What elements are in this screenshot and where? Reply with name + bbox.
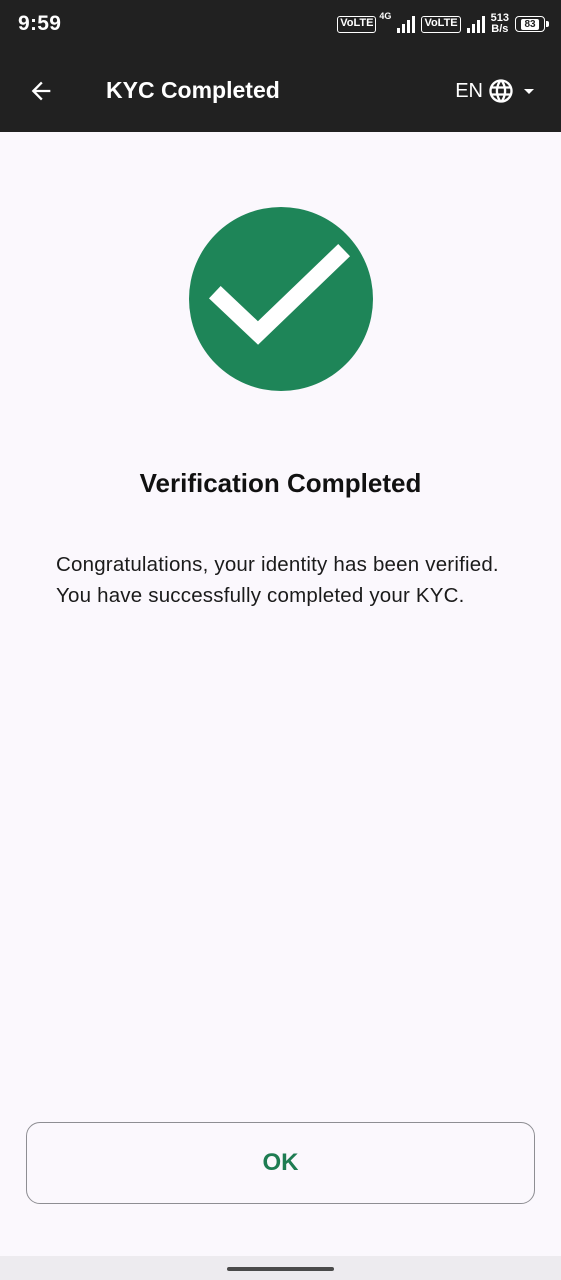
network-speed-unit: B/s — [491, 23, 509, 35]
system-navigation-bar — [0, 1256, 561, 1280]
language-code: EN — [455, 79, 483, 102]
status-time: 9:59 — [18, 12, 62, 35]
arrow-left-icon — [31, 81, 51, 101]
verification-heading: Verification Completed — [139, 468, 422, 498]
volte-badge-sim2: VoLTE — [421, 15, 461, 33]
back-button[interactable] — [18, 68, 64, 114]
battery-icon: 83 — [515, 16, 549, 32]
signal-strength-icon-sim2 — [466, 15, 485, 33]
ok-button-label: OK — [262, 1149, 299, 1176]
page-title: KYC Completed — [106, 77, 280, 103]
network-speed: 513 B/s — [491, 13, 509, 35]
gesture-handle[interactable] — [227, 1267, 334, 1271]
screen: 9:59 VoLTE 4G VoLTE 513 B/s 83 KYC Compl… — [0, 0, 561, 1280]
language-selector[interactable]: EN — [455, 75, 541, 107]
volte-badge-sim1: VoLTE — [337, 15, 377, 33]
verification-message: Congratulations, your identity has been … — [56, 553, 499, 607]
globe-icon — [489, 79, 513, 103]
caret-down-icon — [524, 89, 534, 94]
signal-strength-icon — [397, 15, 416, 33]
status-indicators: VoLTE 4G VoLTE 513 B/s 83 — [337, 9, 549, 39]
check-circle-icon — [189, 207, 373, 391]
app-bar: KYC Completed EN — [0, 48, 561, 132]
battery-level: 83 — [521, 18, 539, 30]
network-type-label: 4G — [379, 11, 392, 21]
ok-button[interactable]: OK — [26, 1122, 535, 1204]
status-bar: 9:59 VoLTE 4G VoLTE 513 B/s 83 — [0, 0, 561, 48]
